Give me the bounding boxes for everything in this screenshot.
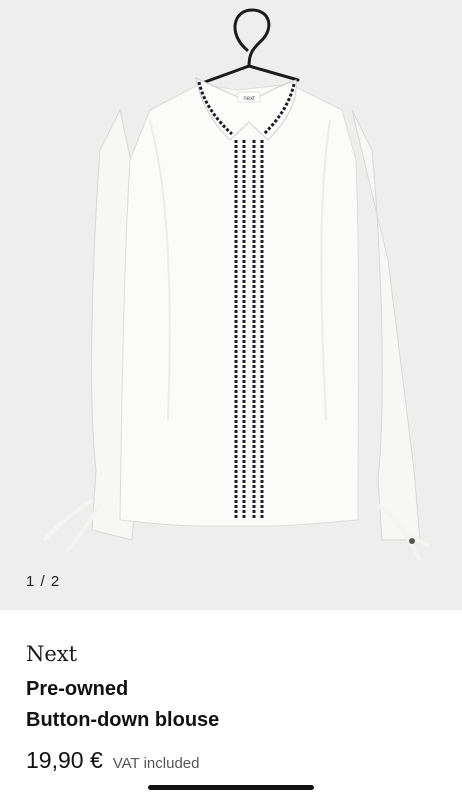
image-counter: 1 / 2: [26, 573, 61, 590]
product-info: Next Pre-owned Button-down blouse 19,90 …: [0, 610, 462, 800]
product-image-gallery[interactable]: next 1 / 2: [0, 0, 462, 610]
home-indicator[interactable]: [148, 785, 314, 790]
product-condition: Pre-owned: [26, 678, 129, 700]
brand-name[interactable]: Next: [26, 642, 77, 666]
vat-note: VAT included: [112, 755, 200, 772]
price-row: 19,90 € VAT included: [26, 747, 199, 774]
price: 19,90 €: [26, 747, 103, 773]
product-photo[interactable]: next: [0, 0, 462, 610]
garment-label-text: next: [243, 96, 255, 102]
product-page: next 1 / 2 Next Pre-owned Button-down bl…: [0, 0, 462, 800]
product-title: Button-down blouse: [26, 709, 220, 731]
